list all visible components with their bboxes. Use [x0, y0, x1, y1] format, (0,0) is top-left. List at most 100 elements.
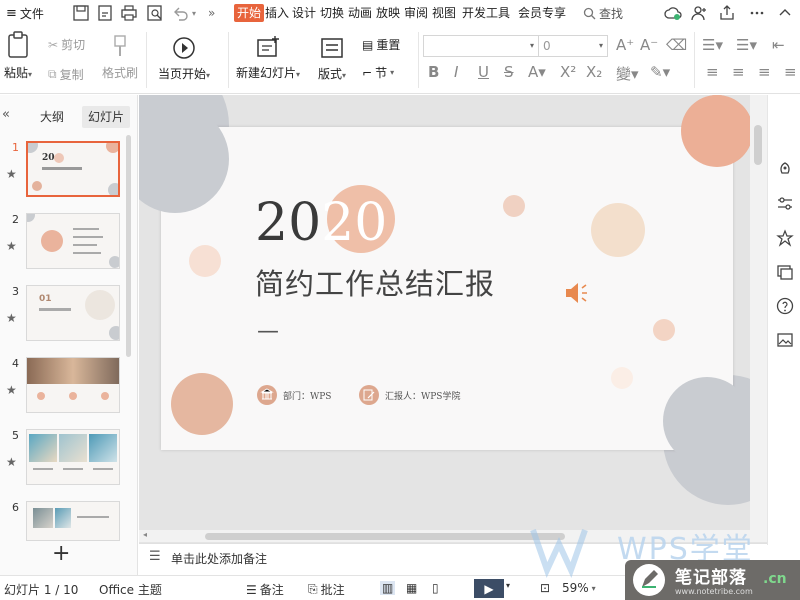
new-slide-button[interactable]: 新建幻灯片▾: [236, 34, 300, 81]
star-animation-icon[interactable]: [776, 229, 794, 247]
underline-icon[interactable]: U: [478, 63, 489, 81]
tab-developer[interactable]: 开发工具: [462, 4, 510, 22]
horizontal-scroll-thumb[interactable]: [205, 533, 565, 540]
reading-view-icon[interactable]: ▯: [432, 581, 439, 595]
cloud-sync-icon[interactable]: [664, 4, 682, 22]
search-box[interactable]: 查找: [583, 4, 623, 22]
comments-button[interactable]: ⎘ 批注: [308, 581, 345, 598]
indent-icon[interactable]: ⇤: [772, 36, 785, 54]
format-painter-button[interactable]: 格式刷: [102, 34, 138, 81]
reset-button[interactable]: ▤ 重置: [362, 36, 400, 53]
slide-thumbnail-row[interactable]: 6: [0, 501, 124, 545]
slide-thumbnail-row[interactable]: 3 ★ 01: [0, 285, 124, 353]
align-center-icon[interactable]: ≡: [732, 63, 745, 81]
file-menu[interactable]: ≡ 文件: [6, 4, 44, 22]
slide-thumbnail-row[interactable]: 1 ★ 20: [0, 141, 124, 209]
slide-thumbnail[interactable]: [26, 429, 120, 485]
image-tools-icon[interactable]: [776, 331, 794, 349]
vertical-scrollbar[interactable]: [750, 95, 767, 530]
share-icon[interactable]: [718, 4, 736, 22]
collapse-ribbon-icon[interactable]: [776, 4, 794, 22]
copy-button[interactable]: ⧉ 复制: [48, 66, 84, 83]
save-icon[interactable]: [72, 4, 90, 22]
slide-sorter-icon[interactable]: ▦: [406, 581, 417, 595]
undo-icon[interactable]: [172, 4, 190, 22]
tab-view[interactable]: 视图: [432, 4, 456, 22]
print-icon[interactable]: [120, 4, 138, 22]
superscript-icon[interactable]: X²: [560, 63, 576, 81]
phonetic-icon[interactable]: 變▾: [616, 63, 639, 84]
increase-font-icon[interactable]: A⁺: [616, 36, 634, 54]
strikethrough-icon[interactable]: S: [504, 63, 514, 81]
more-menus-icon[interactable]: »: [208, 4, 215, 22]
slide-year-light: 20: [321, 193, 388, 253]
italic-icon[interactable]: I: [454, 63, 458, 81]
collapse-panel-icon[interactable]: «: [2, 107, 10, 122]
zoom-select[interactable]: 59% ▾: [562, 581, 596, 595]
font-size-select[interactable]: 0 ▾: [538, 35, 608, 57]
tab-home[interactable]: 开始: [234, 4, 265, 22]
properties-sliders-icon[interactable]: [776, 195, 794, 213]
highlight-icon[interactable]: ✎▾: [650, 63, 670, 81]
slide-thumbnail[interactable]: [26, 357, 120, 413]
vertical-scroll-thumb[interactable]: [754, 125, 762, 165]
slide-transition-icon[interactable]: [776, 263, 794, 281]
notes-placeholder[interactable]: 单击此处添加备注: [171, 550, 267, 567]
tab-slideshow[interactable]: 放映: [376, 4, 400, 22]
slide-thumbnail-row[interactable]: 2 ★: [0, 213, 124, 281]
fit-window-icon[interactable]: ⊡: [540, 581, 550, 595]
slide-thumbnail[interactable]: [26, 213, 120, 269]
speaker-audio-icon[interactable]: [563, 280, 589, 306]
justify-icon[interactable]: ≡: [784, 63, 797, 81]
paste-button[interactable]: 粘贴▾: [4, 30, 32, 81]
slide-year-dark: 20: [255, 193, 322, 253]
tab-insert[interactable]: 插入: [265, 4, 289, 22]
tab-slides[interactable]: 幻灯片: [82, 106, 131, 128]
scroll-left-icon[interactable]: ◂: [143, 530, 147, 539]
slide-thumbnail[interactable]: 20: [26, 141, 120, 197]
horizontal-scrollbar[interactable]: ◂: [139, 530, 767, 542]
tab-animation[interactable]: 动画: [348, 4, 372, 22]
normal-view-icon[interactable]: ▥: [380, 581, 396, 595]
align-left-icon[interactable]: ≡: [706, 63, 719, 81]
cut-button[interactable]: ✂ 剪切: [48, 36, 85, 53]
slideshow-play-button[interactable]: ▶: [474, 579, 504, 598]
play-from-current-button[interactable]: 当页开始▾: [158, 36, 210, 82]
slide-thumbnail[interactable]: [26, 501, 120, 541]
numbered-list-icon[interactable]: ☰▾: [736, 36, 757, 54]
section-button[interactable]: ⌐ 节 ▾: [362, 64, 394, 81]
rocket-icon[interactable]: [776, 161, 794, 179]
font-color-icon[interactable]: A▾: [528, 63, 546, 81]
slideshow-dropdown-icon[interactable]: ▾: [506, 581, 510, 590]
tab-member[interactable]: 会员专享: [518, 4, 566, 22]
slide-thumbnail-row[interactable]: 4 ★: [0, 357, 124, 425]
align-right-icon[interactable]: ≡: [758, 63, 771, 81]
slide-thumbnail-row[interactable]: 5 ★: [0, 429, 124, 497]
subscript-icon[interactable]: X₂: [586, 63, 602, 81]
help-icon[interactable]: [776, 297, 794, 315]
theme-name[interactable]: Office 主题: [99, 581, 162, 598]
tab-review[interactable]: 审阅: [404, 4, 428, 22]
clear-format-icon[interactable]: ⌫: [666, 36, 687, 54]
ribbon-toolbar: 粘贴▾ ✂剪切 ⧉复制 格式刷 当页开始▾ 新建幻灯片▾ 版式▾ ▤重置: [0, 26, 800, 94]
current-slide[interactable]: 2020 简约工作总结汇报 — 部门：WPS 汇报人：WPS学院: [139, 95, 753, 465]
tab-design[interactable]: 设计: [292, 4, 316, 22]
export-pdf-icon[interactable]: [96, 4, 114, 22]
tab-outline[interactable]: 大纲: [34, 106, 70, 128]
notes-toggle-button[interactable]: ☰ 备注: [246, 581, 284, 598]
thumb-text-line: [93, 468, 113, 470]
decrease-font-icon[interactable]: A⁻: [640, 36, 658, 54]
undo-dropdown-icon[interactable]: ▾: [192, 4, 196, 22]
more-options-icon[interactable]: [748, 4, 766, 22]
font-family-select[interactable]: ▾: [423, 35, 539, 57]
panel-scrollbar[interactable]: [126, 135, 131, 357]
share-user-icon[interactable]: [690, 4, 708, 22]
slide-counter: 幻灯片 1 / 10: [4, 583, 79, 597]
add-slide-button[interactable]: +: [52, 541, 70, 566]
bullet-list-icon[interactable]: ☰▾: [702, 36, 723, 54]
bold-icon[interactable]: B: [428, 63, 439, 81]
tab-transition[interactable]: 切换: [320, 4, 344, 22]
slide-thumbnail[interactable]: 01: [26, 285, 120, 341]
print-preview-icon[interactable]: [146, 4, 164, 22]
layout-button[interactable]: 版式▾: [318, 36, 346, 82]
